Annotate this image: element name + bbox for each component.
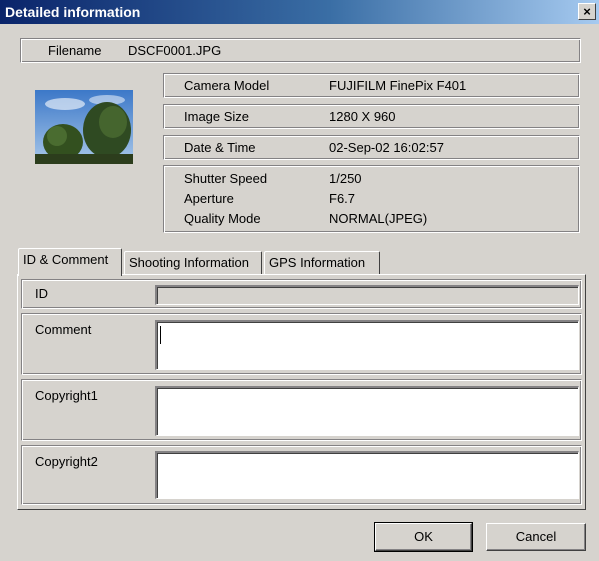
date-time-row: Date & Time 02-Sep-02 16:02:57	[163, 135, 580, 160]
image-size-label: Image Size	[184, 109, 250, 124]
camera-model-value: FUJIFILM FinePix F401	[329, 78, 467, 93]
exposure-info-box: Shutter Speed 1/250 Aperture F6.7 Qualit…	[163, 165, 580, 233]
tab-id-comment-label: ID & Comment	[23, 252, 109, 267]
tab-gps-information[interactable]: GPS Information	[264, 251, 380, 274]
copyright2-label: Copyright2	[35, 454, 98, 469]
text-caret	[160, 326, 161, 344]
quality-mode-label: Quality Mode	[184, 211, 261, 226]
photo-thumbnail-icon	[35, 90, 133, 164]
shutter-speed-label: Shutter Speed	[184, 171, 268, 186]
aperture-label: Aperture	[184, 191, 234, 206]
copyright1-label: Copyright1	[35, 388, 98, 403]
tab-shooting-information[interactable]: Shooting Information	[124, 251, 262, 274]
camera-model-label: Camera Model	[184, 78, 270, 93]
id-comment-panel: ID Comment Copyright1 Copyright2	[17, 274, 586, 510]
filename-value: DSCF0001.JPG	[128, 43, 222, 58]
comment-input[interactable]	[155, 320, 579, 370]
shutter-speed-value: 1/250	[329, 171, 362, 186]
title-bar[interactable]: Detailed information ×	[0, 0, 599, 24]
cancel-button[interactable]: Cancel	[486, 523, 586, 551]
quality-mode-value: NORMAL(JPEG)	[329, 211, 428, 226]
image-size-value: 1280 X 960	[329, 109, 396, 124]
id-label: ID	[35, 286, 48, 301]
window-title: Detailed information	[5, 4, 141, 20]
camera-model-row: Camera Model FUJIFILM FinePix F401	[163, 73, 580, 98]
date-time-value: 02-Sep-02 16:02:57	[329, 140, 444, 155]
date-time-label: Date & Time	[184, 140, 256, 155]
aperture-value: F6.7	[329, 191, 356, 206]
copyright2-input[interactable]	[155, 451, 579, 499]
tab-shooting-information-label: Shooting Information	[129, 255, 249, 270]
comment-label: Comment	[35, 322, 92, 337]
detailed-information-dialog: Detailed information × Filename DSCF0001…	[0, 0, 599, 561]
photo-thumbnail	[35, 90, 133, 164]
tab-gps-information-label: GPS Information	[269, 255, 366, 270]
ok-button[interactable]: OK	[374, 522, 473, 552]
copyright1-input[interactable]	[155, 386, 579, 436]
image-size-row: Image Size 1280 X 960	[163, 104, 580, 129]
copyright1-row: Copyright1	[21, 379, 582, 441]
comment-row: Comment	[21, 313, 582, 375]
id-row: ID	[21, 279, 582, 309]
close-icon[interactable]: ×	[578, 3, 596, 20]
copyright2-row: Copyright2	[21, 445, 582, 505]
tab-id-comment[interactable]: ID & Comment	[18, 248, 122, 276]
filename-row: Filename DSCF0001.JPG	[20, 38, 581, 63]
filename-label: Filename	[48, 43, 102, 58]
id-field	[155, 285, 579, 305]
